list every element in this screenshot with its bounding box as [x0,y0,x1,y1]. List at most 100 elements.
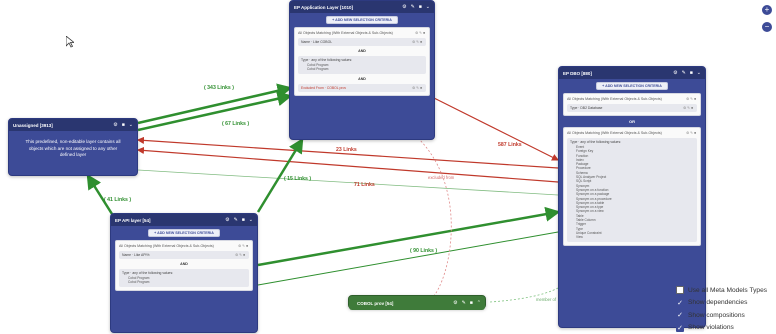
panel-tools-icon[interactable]: ⚙✎■ [415,31,426,35]
chevron-up-icon[interactable]: ⌃ [477,301,481,306]
edit-icon[interactable]: ✎ [682,71,686,76]
checkbox-checked-icon[interactable]: ✓ [676,324,684,332]
node-cobol-prov[interactable]: COBOL prov [54] ⚙ ✎ ■ ⌃ [348,295,486,309]
operator-and: AND [119,262,249,266]
node-header: Unassigned [3913] ⚙ ■ ⌄ [9,119,137,131]
link-unassigned-to-application-2[interactable] [138,96,290,130]
link-label-343: ( 343 Links ) [204,85,234,91]
criterion-type[interactable]: Type · any of the following values: Cobo… [119,269,249,287]
edit-icon[interactable]: ✎ [411,5,415,10]
gear-icon[interactable]: ⚙ [225,218,229,223]
link-api-to-dbo-thin[interactable] [258,232,558,285]
link-api-to-dbo[interactable] [258,212,558,265]
gear-icon[interactable]: ⚙ [453,301,457,306]
criterion-name[interactable]: Name · Like API%⚙✎■ [119,251,249,259]
trash-icon[interactable]: ■ [419,5,422,10]
trash-icon[interactable]: ■ [122,123,125,128]
criterion-type-list[interactable]: Type · any of the following values: Even… [567,138,697,242]
link-dbo-to-unassigned-red[interactable] [138,140,558,168]
panel-title: All Objects Matching (With External Obje… [298,31,393,35]
criterion-type-header: Type · any of the following values: [122,271,173,275]
criterion-type[interactable]: Type · DB2 Database⚙✎■ [567,104,697,112]
criteria-panel: All Objects Matching (With External Obje… [115,240,253,291]
gear-icon[interactable]: ⚙ [113,123,117,128]
list-item: View [576,235,694,239]
trash-icon[interactable]: ■ [690,71,693,76]
unassigned-description: This predefined, non-editable layer cont… [9,131,137,167]
option-show-dependencies[interactable]: ✓ Show dependencies [676,297,767,310]
panel-tools-icon[interactable]: ⚙✎■ [686,131,697,135]
criteria-panel-2: All Objects Matching (With External Obje… [563,127,701,246]
criterion-tools-icon[interactable]: ⚙✎■ [683,106,694,110]
node-title: EP Application Layer [1010] [294,5,353,10]
operator-or: OR [559,119,705,124]
panel-tools-icon[interactable]: ⚙✎■ [686,97,697,101]
link-excluded-from[interactable] [418,138,451,298]
link-api-to-unassigned[interactable] [88,176,112,214]
checkbox-unchecked-icon[interactable] [676,286,684,294]
option-show-violations[interactable]: ✓ Show violations [676,322,767,334]
link-unassigned-to-dbo-thin[interactable] [138,170,558,195]
option-label: Show dependencies [688,299,747,306]
link-label-15: ( 15 Links ) [284,176,311,182]
trash-icon[interactable]: ■ [242,218,245,223]
option-label: Use all Meta Models Types [688,287,767,294]
edit-icon[interactable]: ✎ [234,218,238,223]
option-show-compositions[interactable]: ✓ Show compositions [676,309,767,322]
criterion-name[interactable]: Name · Like COBOL⚙✎■ [298,38,426,46]
link-label-excluded-from: excluded from [428,175,454,180]
option-label: Show compositions [688,312,745,319]
node-header: COBOL prov [54] ⚙ ✎ ■ ⌃ [349,296,485,310]
checkbox-checked-icon[interactable]: ✓ [676,311,684,319]
node-title: EP API layer [54] [115,218,151,223]
link-label-90: ( 90 Links ) [410,248,437,254]
criterion-type-header: Type · any of the following values: [570,140,621,144]
zoom-out-button[interactable]: − [762,22,772,32]
list-item: Cobol Program [128,280,246,284]
option-label: Show violations [688,324,734,331]
zoom-in-button[interactable]: + [762,5,772,15]
criterion-tools-icon[interactable]: ⚙✎■ [412,40,423,44]
node-header: EP Application Layer [1010] ⚙ ✎ ■ ⌄ [290,1,434,13]
link-label-67: ( 67 Links ) [222,121,249,127]
link-application-to-dbo[interactable] [434,98,558,160]
trash-icon[interactable]: ■ [470,301,473,306]
link-dbo-to-unassigned-red-2[interactable] [138,150,558,182]
link-label-71: 71 Links [354,182,375,188]
edit-icon[interactable]: ✎ [462,301,466,306]
chevron-down-icon[interactable]: ⌄ [697,71,701,76]
panel-title: All Objects Matching (With External Obje… [119,244,214,248]
gear-icon[interactable]: ⚙ [402,5,406,10]
option-use-all-meta-models[interactable]: Use all Meta Models Types [676,284,767,297]
node-title: Unassigned [3913] [13,123,53,128]
node-title: COBOL prov [54] [357,301,393,306]
add-selection-criteria-button[interactable]: + ADD NEW SELECTION CRITERIA [148,229,220,237]
mouse-cursor-icon [66,36,74,48]
criteria-panel: All Objects Matching (With External Obje… [294,27,430,96]
add-selection-criteria-button[interactable]: + ADD NEW SELECTION CRITERIA [326,16,398,24]
link-label-23: 23 Links [336,147,357,153]
panel-title: All Objects Matching (With External Obje… [567,97,662,101]
panel-tools-icon[interactable]: ⚙✎■ [238,244,249,248]
criterion-type[interactable]: Type · any of the following values: Cobo… [298,56,426,74]
node-title: EP DBO [880] [563,71,592,76]
criterion-tools-icon[interactable]: ⚙✎■ [235,253,246,257]
node-api-layer[interactable]: EP API layer [54] ⚙ ✎ ■ ⌄ + ADD NEW SELE… [110,213,258,333]
node-header: EP DBO [880] ⚙ ✎ ■ ⌄ [559,67,705,79]
link-label-41: ( 41 Links ) [104,197,131,203]
chevron-down-icon[interactable]: ⌄ [129,123,133,128]
operator-and: AND [298,77,426,81]
criterion-excluded[interactable]: Excluded From · COBOL prov⚙✎■ [298,84,426,92]
gear-icon[interactable]: ⚙ [673,71,677,76]
node-header: EP API layer [54] ⚙ ✎ ■ ⌄ [111,214,257,226]
link-unassigned-to-application[interactable] [138,88,290,123]
operator-and: AND [298,49,426,53]
criterion-tools-icon[interactable]: ⚙✎■ [412,86,423,90]
node-application-layer[interactable]: EP Application Layer [1010] ⚙ ✎ ■ ⌄ + AD… [289,0,435,140]
checkbox-checked-icon[interactable]: ✓ [676,299,684,307]
chevron-down-icon[interactable]: ⌄ [426,5,430,10]
node-unassigned[interactable]: Unassigned [3913] ⚙ ■ ⌄ This predefined,… [8,118,138,176]
criteria-panel: All Objects Matching (With External Obje… [563,93,701,116]
add-selection-criteria-button[interactable]: + ADD NEW SELECTION CRITERIA [596,82,668,90]
chevron-down-icon[interactable]: ⌄ [249,218,253,223]
